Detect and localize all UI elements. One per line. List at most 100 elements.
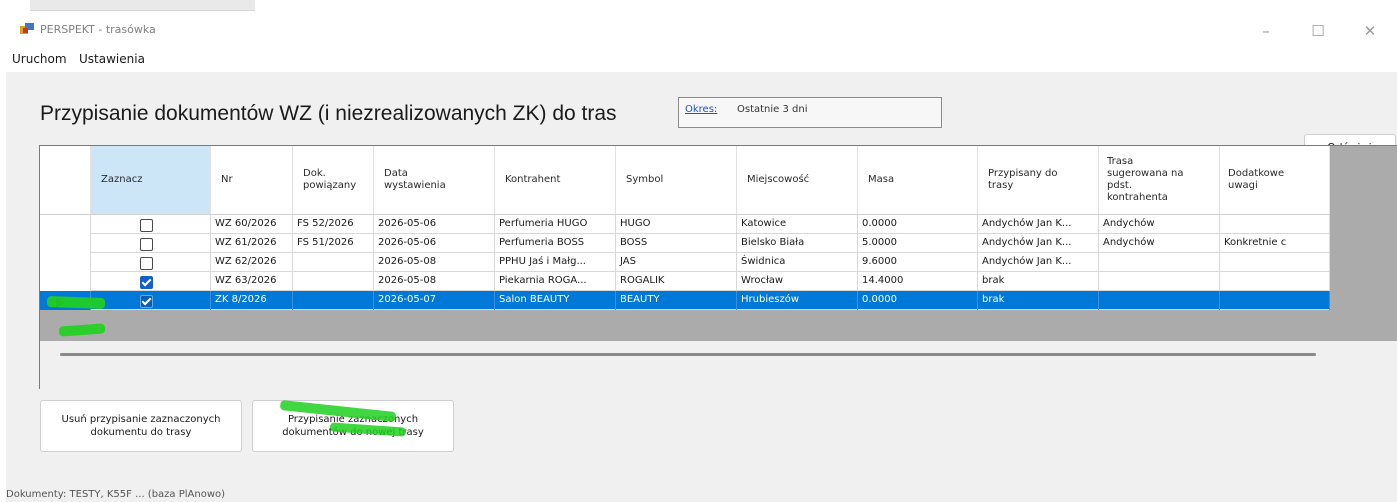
menu-ustawienia[interactable]: Ustawienia <box>79 52 145 66</box>
period-link[interactable]: Okres: <box>685 104 717 115</box>
cell-symbol[interactable]: HUGO <box>616 215 737 234</box>
window-title: PERSPEKT - trasówka <box>40 23 156 36</box>
row-checkbox[interactable] <box>140 219 153 232</box>
row-header-cell[interactable] <box>40 272 91 291</box>
column-nr[interactable]: Nr <box>211 146 293 214</box>
column-przypisany-do-trasy[interactable]: Przypisany do trasy <box>978 146 1099 214</box>
unassign-button[interactable]: Usuń przypisanie zaznaczonych dokumentu … <box>40 400 242 452</box>
cell-nr[interactable]: WZ 60/2026 <box>211 215 293 234</box>
row-checkbox[interactable] <box>140 257 153 270</box>
cell-sugerowana[interactable]: Andychów <box>1099 215 1220 234</box>
column-trasa-sugerowana[interactable]: Trasa sugerowana na pdst. kontrahenta <box>1099 146 1220 214</box>
row-checkbox[interactable] <box>140 238 153 251</box>
cell-kontrahent[interactable]: Piekarnia ROGA... <box>495 272 616 291</box>
menu-bar: Uruchom Ustawienia <box>6 46 1397 72</box>
column-dodatkowe-uwagi[interactable]: Dodatkowe uwagi <box>1220 146 1330 214</box>
horizontal-scroll-area <box>40 341 1397 389</box>
cell-data[interactable]: 2026-05-08 <box>374 272 495 291</box>
row-header-cell[interactable] <box>40 215 91 234</box>
cell-symbol[interactable]: ROGALIK <box>616 272 737 291</box>
cell-masa[interactable]: 14.4000 <box>858 272 978 291</box>
cell-data[interactable]: 2026-05-08 <box>374 253 495 272</box>
column-miejscowosc[interactable]: Miejscowość <box>737 146 858 214</box>
column-data-wystawienia[interactable]: Data wystawienia <box>374 146 495 214</box>
cell-nr[interactable]: WZ 61/2026 <box>211 234 293 253</box>
documents-grid: Zaznacz Nr Dok. powiązany Data wystawien… <box>39 145 1397 389</box>
cell-trasa[interactable]: Andychów Jan K... <box>978 234 1099 253</box>
horizontal-scrollbar[interactable] <box>60 353 1316 356</box>
column-zaznacz[interactable]: Zaznacz <box>91 146 211 214</box>
cell-uwagi[interactable] <box>1220 272 1330 291</box>
cell-kontrahent[interactable]: PPHU Jaś i Małg... <box>495 253 616 272</box>
cell-symbol[interactable]: JAS <box>616 253 737 272</box>
cell-dok[interactable]: FS 52/2026 <box>293 215 374 234</box>
maximize-button[interactable]: ☐ <box>1298 18 1338 44</box>
cell-masa[interactable]: 0.0000 <box>858 215 978 234</box>
row-header-column <box>40 146 91 214</box>
cell-miejscowosc[interactable]: Bielsko Biała <box>737 234 858 253</box>
cell-dok[interactable] <box>293 291 374 310</box>
cell-sugerowana[interactable] <box>1099 253 1220 272</box>
cell-uwagi[interactable]: Konkretnie c <box>1220 234 1330 253</box>
minimize-button[interactable]: – <box>1246 18 1286 44</box>
cell-miejscowosc[interactable]: Świdnica <box>737 253 858 272</box>
table-row[interactable]: WZ 60/2026 FS 52/2026 2026-05-06 Perfumeria… <box>40 215 1330 234</box>
row-header-cell[interactable] <box>40 234 91 253</box>
column-dok-powiazany[interactable]: Dok. powiązany <box>293 146 374 214</box>
column-masa[interactable]: Masa <box>858 146 978 214</box>
background-window-tab <box>30 0 255 11</box>
title-bar: PERSPEKT - trasówka – ☐ ✕ <box>6 12 1397 46</box>
cell-sugerowana[interactable] <box>1099 291 1220 310</box>
select-checkbox-cell <box>91 253 211 272</box>
cell-kontrahent[interactable]: Perfumeria BOSS <box>495 234 616 253</box>
table-row[interactable]: WZ 61/2026 FS 51/2026 2026-05-06 Perfumeria… <box>40 234 1330 253</box>
select-checkbox-cell <box>91 234 211 253</box>
cell-miejscowosc[interactable]: Katowice <box>737 215 858 234</box>
cell-trasa[interactable]: brak <box>978 272 1099 291</box>
select-checkbox-cell <box>91 215 211 234</box>
row-checkbox[interactable] <box>140 295 153 308</box>
grid-header: Zaznacz Nr Dok. powiązany Data wystawien… <box>40 146 1330 215</box>
cell-trasa[interactable]: Andychów Jan K... <box>978 253 1099 272</box>
cell-data[interactable]: 2026-05-07 <box>374 291 495 310</box>
cell-trasa[interactable]: brak <box>978 291 1099 310</box>
menu-uruchom[interactable]: Uruchom <box>12 52 67 66</box>
table-row[interactable]: ▶ZK 8/20262026-05-07Salon BEAUTYBEAUTYHr… <box>40 291 1330 310</box>
background-window-strip <box>0 0 1397 12</box>
column-kontrahent[interactable]: Kontrahent <box>495 146 616 214</box>
cell-kontrahent[interactable]: Perfumeria HUGO <box>495 215 616 234</box>
row-header-cell[interactable] <box>40 253 91 272</box>
cell-trasa[interactable]: Andychów Jan K... <box>978 215 1099 234</box>
grid-body: WZ 60/2026 FS 52/2026 2026-05-06 Perfumeria… <box>40 215 1330 310</box>
cell-masa[interactable]: 9.6000 <box>858 253 978 272</box>
table-row[interactable]: WZ 63/2026 2026-05-08 Piekarnia ROGA... ROG… <box>40 272 1330 291</box>
cell-symbol[interactable]: BEAUTY <box>616 291 737 310</box>
cell-data[interactable]: 2026-05-06 <box>374 234 495 253</box>
cell-uwagi[interactable] <box>1220 253 1330 272</box>
cell-miejscowosc[interactable]: Wrocław <box>737 272 858 291</box>
close-button[interactable]: ✕ <box>1350 18 1390 44</box>
cell-kontrahent[interactable]: Salon BEAUTY <box>495 291 616 310</box>
period-value: Ostatnie 3 dni <box>737 104 808 115</box>
cell-dok[interactable] <box>293 253 374 272</box>
app-icon <box>20 23 34 34</box>
cell-masa[interactable]: 0.0000 <box>858 291 978 310</box>
cell-symbol[interactable]: BOSS <box>616 234 737 253</box>
cell-nr[interactable]: WZ 63/2026 <box>211 272 293 291</box>
row-checkbox[interactable] <box>140 276 153 289</box>
status-bar: Dokumenty: TESTY, K55F ... (baza PlAnowo… <box>0 485 1397 502</box>
cell-nr[interactable]: WZ 62/2026 <box>211 253 293 272</box>
cell-sugerowana[interactable]: Andychów <box>1099 234 1220 253</box>
cell-nr[interactable]: ZK 8/2026 <box>211 291 293 310</box>
cell-dok[interactable] <box>293 272 374 291</box>
table-row[interactable]: WZ 62/2026 2026-05-08 PPHU Jaś i Małg... JA… <box>40 253 1330 272</box>
column-symbol[interactable]: Symbol <box>616 146 737 214</box>
cell-miejscowosc[interactable]: Hrubieszów <box>737 291 858 310</box>
cell-dok[interactable]: FS 51/2026 <box>293 234 374 253</box>
cell-sugerowana[interactable] <box>1099 272 1220 291</box>
cell-uwagi[interactable] <box>1220 291 1330 310</box>
status-text: Dokumenty: TESTY, K55F ... (baza PlAnowo… <box>6 489 226 500</box>
cell-data[interactable]: 2026-05-06 <box>374 215 495 234</box>
cell-uwagi[interactable] <box>1220 215 1330 234</box>
cell-masa[interactable]: 5.0000 <box>858 234 978 253</box>
